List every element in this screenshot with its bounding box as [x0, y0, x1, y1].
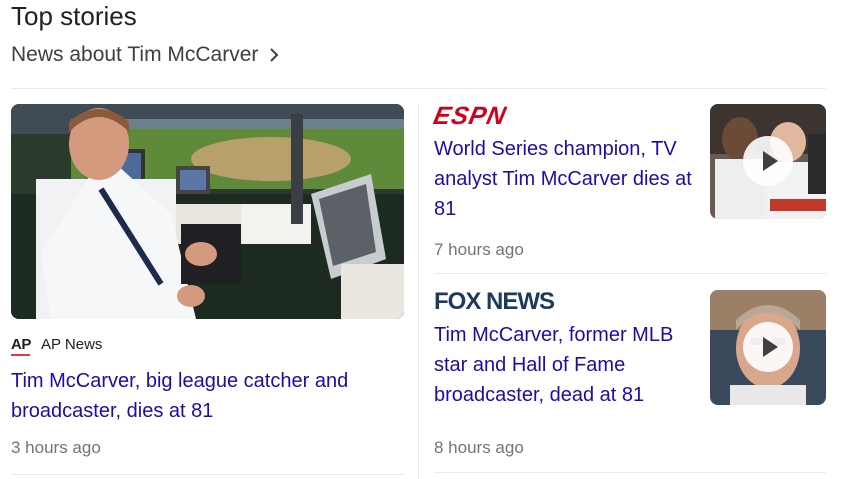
side-story-card[interactable]: ESPN World Series champion, TV analyst T… [431, 102, 826, 264]
play-icon[interactable] [743, 322, 793, 372]
source-row: AP AP News [11, 336, 103, 356]
main-story-time: 3 hours ago [11, 438, 101, 457]
espn-logo: ESPN [431, 102, 510, 130]
divider [434, 273, 826, 274]
main-story-thumbnail[interactable] [11, 104, 404, 319]
side-story-time: 8 hours ago [434, 438, 524, 457]
source-name: AP News [41, 336, 103, 353]
more-news-label: News about Tim McCarver [11, 43, 259, 66]
section-title: Top stories [11, 1, 137, 31]
side-story-time: 7 hours ago [434, 240, 524, 259]
ap-logo: AP [11, 336, 31, 356]
side-story-headline[interactable]: World Series champion, TV analyst Tim Mc… [434, 134, 696, 224]
column-divider [418, 104, 419, 479]
side-story-thumbnail[interactable] [710, 290, 826, 405]
main-story-card[interactable]: AP AP News Tim McCarver, big league catc… [11, 104, 404, 457]
side-story-thumbnail[interactable] [710, 104, 826, 219]
main-story-headline[interactable]: Tim McCarver, big league catcher and bro… [11, 366, 391, 426]
side-story-card[interactable]: FOX NEWS Tim McCarver, former MLB star a… [434, 290, 826, 465]
play-icon[interactable] [743, 136, 793, 186]
chevron-right-icon [270, 48, 279, 62]
fox-news-logo: FOX NEWS [434, 288, 555, 315]
divider [434, 472, 826, 473]
side-story-headline[interactable]: Tim McCarver, former MLB star and Hall o… [434, 320, 696, 410]
divider [11, 88, 826, 89]
divider [11, 474, 404, 475]
more-news-link[interactable]: News about Tim McCarver [11, 42, 280, 68]
